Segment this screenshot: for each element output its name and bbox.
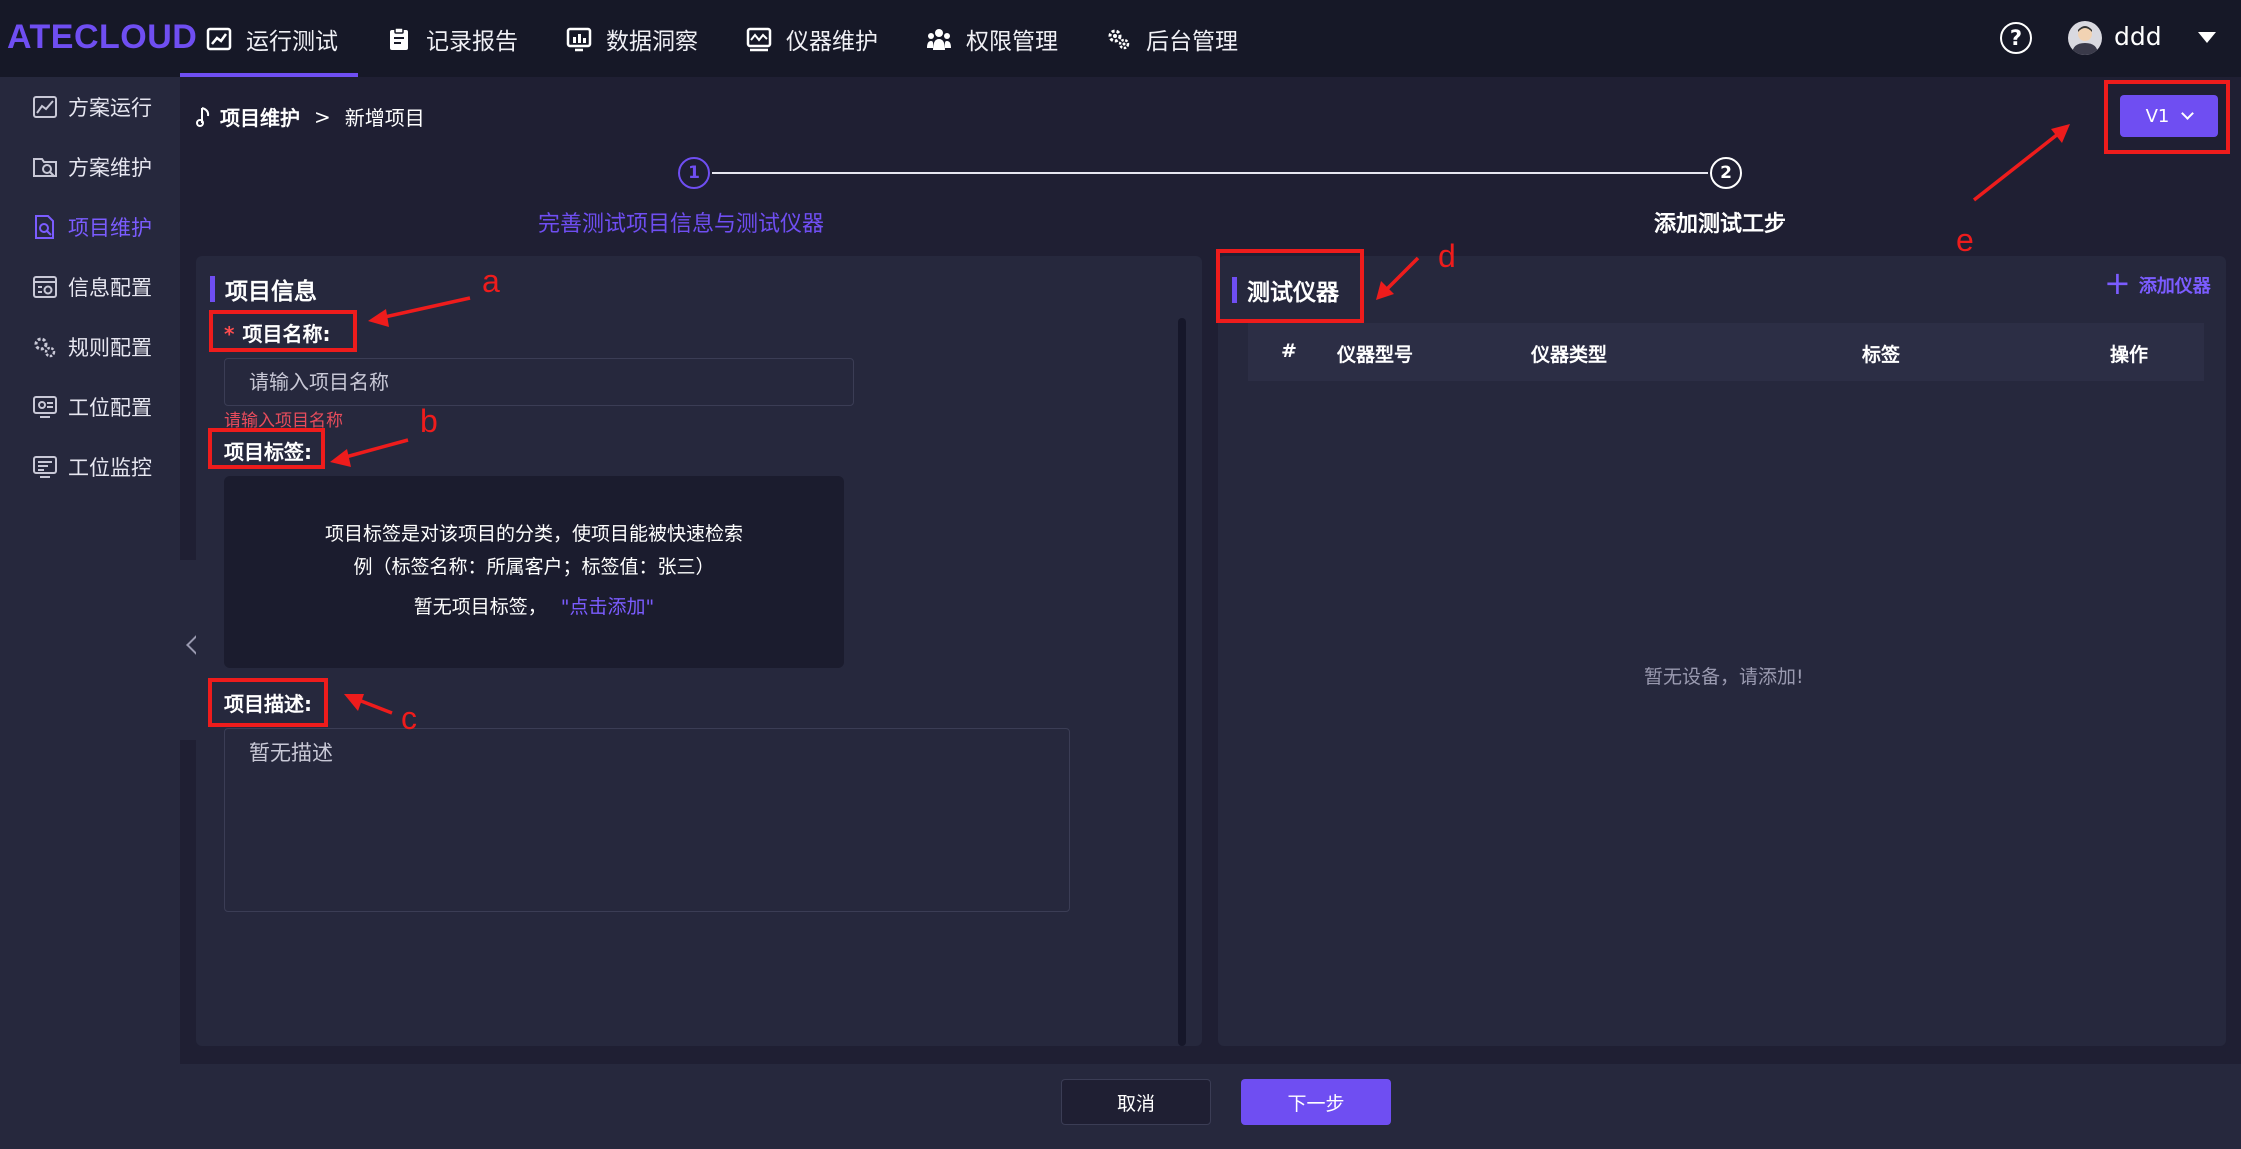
column-header: # <box>1281 340 1297 362</box>
tag-help-line-2: 例（标签名称：所属客户；标签值：张三） <box>353 556 715 578</box>
breadcrumb: 项目维护 > 新增项目 <box>196 102 425 131</box>
sidebar: 方案运行 方案维护 项目维护 信息配置 规则配置 工位配置 工位监控 <box>0 77 180 1149</box>
add-tag-link[interactable]: "点击添加" <box>561 596 654 618</box>
nav-item-instrument-maintenance[interactable]: 仪器维护 <box>746 0 878 77</box>
version-select[interactable]: V1 <box>2120 95 2218 137</box>
folder-search-icon <box>33 158 57 177</box>
sidebar-item-info-config[interactable]: 信息配置 <box>0 257 180 317</box>
sidebar-item-label: 方案运行 <box>68 96 152 120</box>
tag-empty-text: 暂无项目标签， <box>413 596 547 618</box>
sidebar-item-label: 工位监控 <box>68 456 152 480</box>
sidebar-item-label: 信息配置 <box>68 276 152 300</box>
plus-icon: + <box>2104 264 2131 302</box>
annotation-label-a: a <box>482 263 500 299</box>
sidebar-item-station-config[interactable]: 工位配置 <box>0 377 180 437</box>
sidebar-item-label: 项目维护 <box>68 216 152 240</box>
nav-label: 后台管理 <box>1146 28 1238 55</box>
project-name-error: 请输入项目名称 <box>224 411 343 431</box>
breadcrumb-parent[interactable]: 项目维护 <box>220 102 300 131</box>
title-accent-bar <box>1232 277 1237 303</box>
monitor-settings-icon <box>33 396 57 418</box>
project-desc-textarea[interactable] <box>224 728 1070 912</box>
sidebar-item-label: 工位配置 <box>68 396 152 420</box>
annotation-label-d: d <box>1438 238 1456 274</box>
column-header: 标签 <box>1862 344 1901 366</box>
nav-item-reports[interactable]: 记录报告 <box>386 0 518 77</box>
column-header: 操作 <box>2110 344 2149 366</box>
users-icon <box>927 28 951 50</box>
column-header: 仪器类型 <box>1531 344 1608 366</box>
sidebar-item-project-maintenance[interactable]: 项目维护 <box>0 197 180 257</box>
bar-chart-icon <box>566 27 592 51</box>
required-mark: * <box>224 322 235 346</box>
step-2-indicator: 2 <box>1710 157 1742 189</box>
help-icon[interactable]: ? <box>2000 22 2032 54</box>
app-logo: ATECLOUD <box>7 18 198 56</box>
line-chart-icon <box>206 27 232 50</box>
gears-icon <box>34 337 56 358</box>
nav-item-data-insight[interactable]: 数据洞察 <box>566 0 698 77</box>
version-label: V1 <box>2145 105 2170 127</box>
project-tag-label: 项目标签: <box>224 440 312 464</box>
step-1-indicator: 1 <box>678 157 710 189</box>
annotation-arrow-e <box>1972 132 2060 202</box>
sidebar-item-label: 方案维护 <box>68 156 152 180</box>
nav-label: 数据洞察 <box>606 28 698 55</box>
project-tag-box: 项目标签是对该项目的分类，使项目能被快速检索 例（标签名称：所属客户；标签值：张… <box>224 476 844 668</box>
caret-down-icon[interactable] <box>2198 32 2216 43</box>
project-name-input[interactable] <box>224 358 854 406</box>
breadcrumb-separator: > <box>314 104 331 129</box>
sidebar-item-plan-maintenance[interactable]: 方案维护 <box>0 137 180 197</box>
document-search-icon <box>35 215 54 239</box>
nav-item-admin[interactable]: 后台管理 <box>1106 0 1238 77</box>
sidebar-item-label: 规则配置 <box>68 336 152 360</box>
tag-help-line-1: 项目标签是对该项目的分类，使项目能被快速检索 <box>324 523 743 545</box>
instruments-title: 测试仪器 <box>1232 273 1339 307</box>
step-connector <box>712 172 1708 174</box>
breadcrumb-current: 新增项目 <box>344 106 425 130</box>
column-header: 仪器型号 <box>1337 344 1414 366</box>
cancel-button[interactable]: 取消 <box>1061 1079 1211 1125</box>
nav-item-permissions[interactable]: 权限管理 <box>926 0 1058 77</box>
project-info-title: 项目信息 <box>210 272 317 306</box>
next-step-button[interactable]: 下一步 <box>1241 1079 1391 1125</box>
chevron-down-icon <box>2181 107 2195 120</box>
gears-icon <box>1108 29 1130 49</box>
annotation-label-c: c <box>401 700 417 736</box>
step-2-label: 添加测试工步 <box>1654 212 1787 237</box>
nav-label: 运行测试 <box>246 28 338 55</box>
project-info-title-text: 项目信息 <box>225 279 317 305</box>
instruments-table-header: # 仪器型号 仪器类型 标签 操作 <box>1248 323 2204 381</box>
scrollbar[interactable] <box>1178 318 1186 1046</box>
step-1-label: 完善测试项目信息与测试仪器 <box>538 212 825 237</box>
title-accent-bar <box>210 276 215 302</box>
avatar[interactable] <box>2068 21 2102 55</box>
tag-empty-row: 暂无项目标签， "点击添加" <box>224 592 844 619</box>
username[interactable]: ddd <box>2114 22 2162 51</box>
monitor-wave-icon <box>746 27 772 51</box>
top-navigation-bar: ATECLOUD 运行测试 记录报告 数据洞察 仪器维护 权限管理 后台管理 ?… <box>0 0 2241 77</box>
instruments-title-text: 测试仪器 <box>1247 280 1339 306</box>
chart-icon <box>33 96 57 118</box>
empty-table-message: 暂无设备，请添加! <box>1644 666 1804 688</box>
sidebar-item-station-monitor[interactable]: 工位监控 <box>0 437 180 497</box>
annotation-arrowhead-e <box>2051 124 2070 143</box>
nav-label: 仪器维护 <box>786 28 878 55</box>
clipboard-icon <box>390 26 408 50</box>
dashboard-icon <box>33 456 57 478</box>
annotation-label-b: b <box>420 403 438 439</box>
project-name-label-text: 项目名称: <box>242 322 331 346</box>
nav-label: 权限管理 <box>966 28 1058 55</box>
project-name-label: * 项目名称: <box>224 318 330 347</box>
add-instrument-button[interactable]: + 添加仪器 <box>2104 264 2211 302</box>
sidebar-item-plan-run[interactable]: 方案运行 <box>0 77 180 137</box>
project-desc-label: 项目描述: <box>224 692 312 716</box>
sidebar-item-rule-config[interactable]: 规则配置 <box>0 317 180 377</box>
nav-item-run-test[interactable]: 运行测试 <box>180 0 358 77</box>
add-instrument-label: 添加仪器 <box>2138 276 2211 297</box>
music-note-icon <box>196 106 210 127</box>
settings-window-icon <box>33 276 57 298</box>
nav-label: 记录报告 <box>426 28 518 55</box>
annotation-label-e: e <box>1956 222 1974 258</box>
